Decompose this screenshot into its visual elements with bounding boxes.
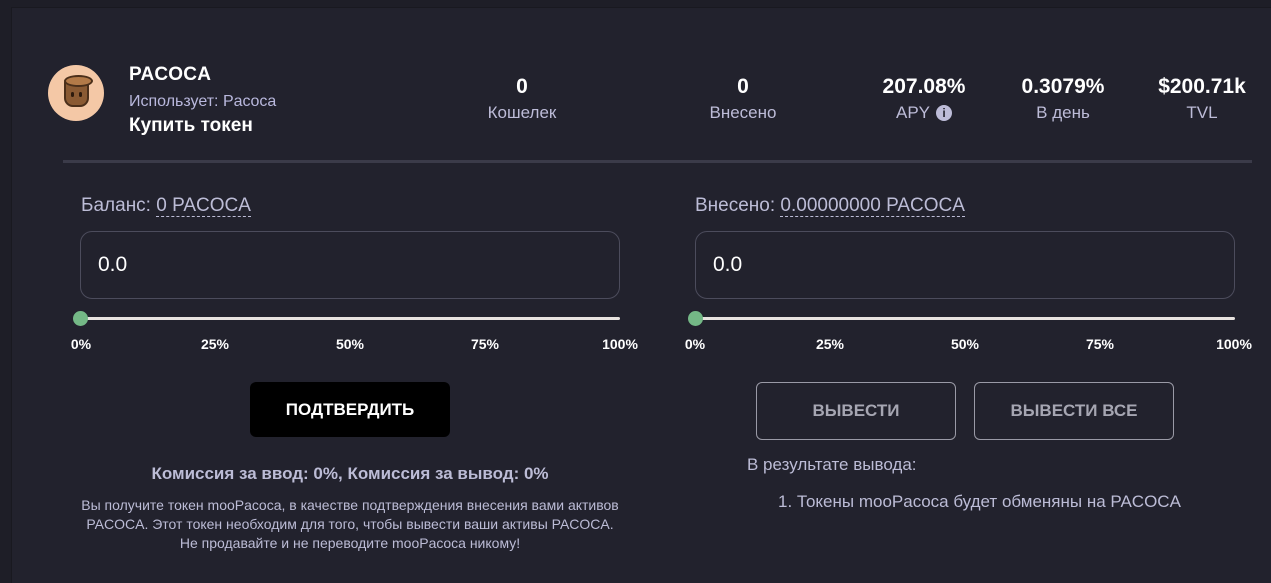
stat-wallet-value: 0: [516, 75, 528, 98]
stat-tvl-value: $200.71k: [1158, 75, 1246, 98]
withdraw-tick-25[interactable]: 25%: [816, 336, 844, 352]
uses-platform-label: Использует: Pacoca: [129, 93, 277, 110]
deposited-value[interactable]: 0.00000000 PACOCA: [780, 195, 965, 217]
stat-apy: 207.08% APY i: [854, 73, 994, 123]
withdraw-tick-100[interactable]: 100%: [1216, 336, 1252, 352]
buy-token-link[interactable]: Купить токен: [129, 115, 253, 137]
stat-apy-label: APY: [895, 103, 931, 122]
deposit-tick-100[interactable]: 100%: [602, 336, 638, 352]
withdraw-amount-field: [695, 231, 1235, 299]
deposit-tick-50[interactable]: 50%: [336, 336, 364, 352]
vault-title: PACOCA: [129, 64, 212, 85]
deposit-note: Вы получите токен mooPacoca, в качестве …: [81, 497, 619, 551]
pacoca-logo-icon: [48, 65, 104, 121]
withdraw-tick-0[interactable]: 0%: [685, 336, 705, 352]
withdraw-tick-75[interactable]: 75%: [1086, 336, 1114, 352]
deposit-amount-input[interactable]: [81, 232, 619, 298]
withdraw-result-title: В результате вывода:: [747, 455, 917, 474]
stat-deposited: 0 Внесено: [673, 73, 813, 123]
withdraw-slider-handle[interactable]: [687, 311, 703, 326]
stat-daily-label: В день: [1036, 103, 1090, 122]
cup-eye-right: [79, 92, 82, 97]
info-icon[interactable]: i: [936, 105, 953, 121]
stat-deposited-label: Внесено: [709, 103, 777, 122]
deposit-tick-25[interactable]: 25%: [201, 336, 229, 352]
deposit-tick-75[interactable]: 75%: [471, 336, 499, 352]
cup-shape: [64, 75, 93, 107]
stat-tvl: $200.71k TVL: [1132, 73, 1271, 123]
stat-deposited-value: 0: [737, 75, 749, 98]
deposited-line: Внесено: 0.00000000 PACOCA: [695, 195, 965, 217]
deposit-slider-track[interactable]: [80, 317, 620, 320]
withdraw-slider-track[interactable]: [695, 317, 1235, 320]
balance-line: Баланс: 0 PACOCA: [81, 195, 251, 217]
stat-daily-value: 0.3079%: [1021, 75, 1105, 98]
deposit-tick-0[interactable]: 0%: [71, 336, 91, 352]
withdraw-all-button[interactable]: ВЫВЕСТИ ВСЕ: [974, 382, 1174, 440]
withdraw-button[interactable]: ВЫВЕСТИ: [756, 382, 956, 440]
balance-prefix: Баланс:: [81, 195, 151, 216]
stat-daily: 0.3079% В день: [993, 73, 1133, 123]
deposit-slider-handle[interactable]: [72, 311, 88, 326]
stat-wallet: 0 Кошелек: [452, 73, 592, 123]
cup-eye-left: [71, 92, 74, 97]
withdraw-tick-50[interactable]: 50%: [951, 336, 979, 352]
stat-wallet-label: Кошелек: [487, 103, 557, 122]
stat-tvl-label: TVL: [1186, 103, 1218, 122]
deposit-amount-field: [80, 231, 620, 299]
deposited-prefix: Внесено:: [695, 195, 776, 216]
balance-value[interactable]: 0 PACOCA: [156, 195, 251, 217]
fees-info: Комиссия за ввод: 0%, Комиссия за вывод:…: [151, 464, 549, 483]
withdraw-amount-input[interactable]: [696, 232, 1234, 298]
withdraw-result-item: 1. Токены mooPacoca будет обменяны на PA…: [778, 492, 1181, 511]
stat-apy-value: 207.08%: [882, 75, 966, 98]
header-divider: [63, 160, 1252, 163]
confirm-deposit-button[interactable]: ПОДТВЕРДИТЬ: [250, 382, 450, 437]
